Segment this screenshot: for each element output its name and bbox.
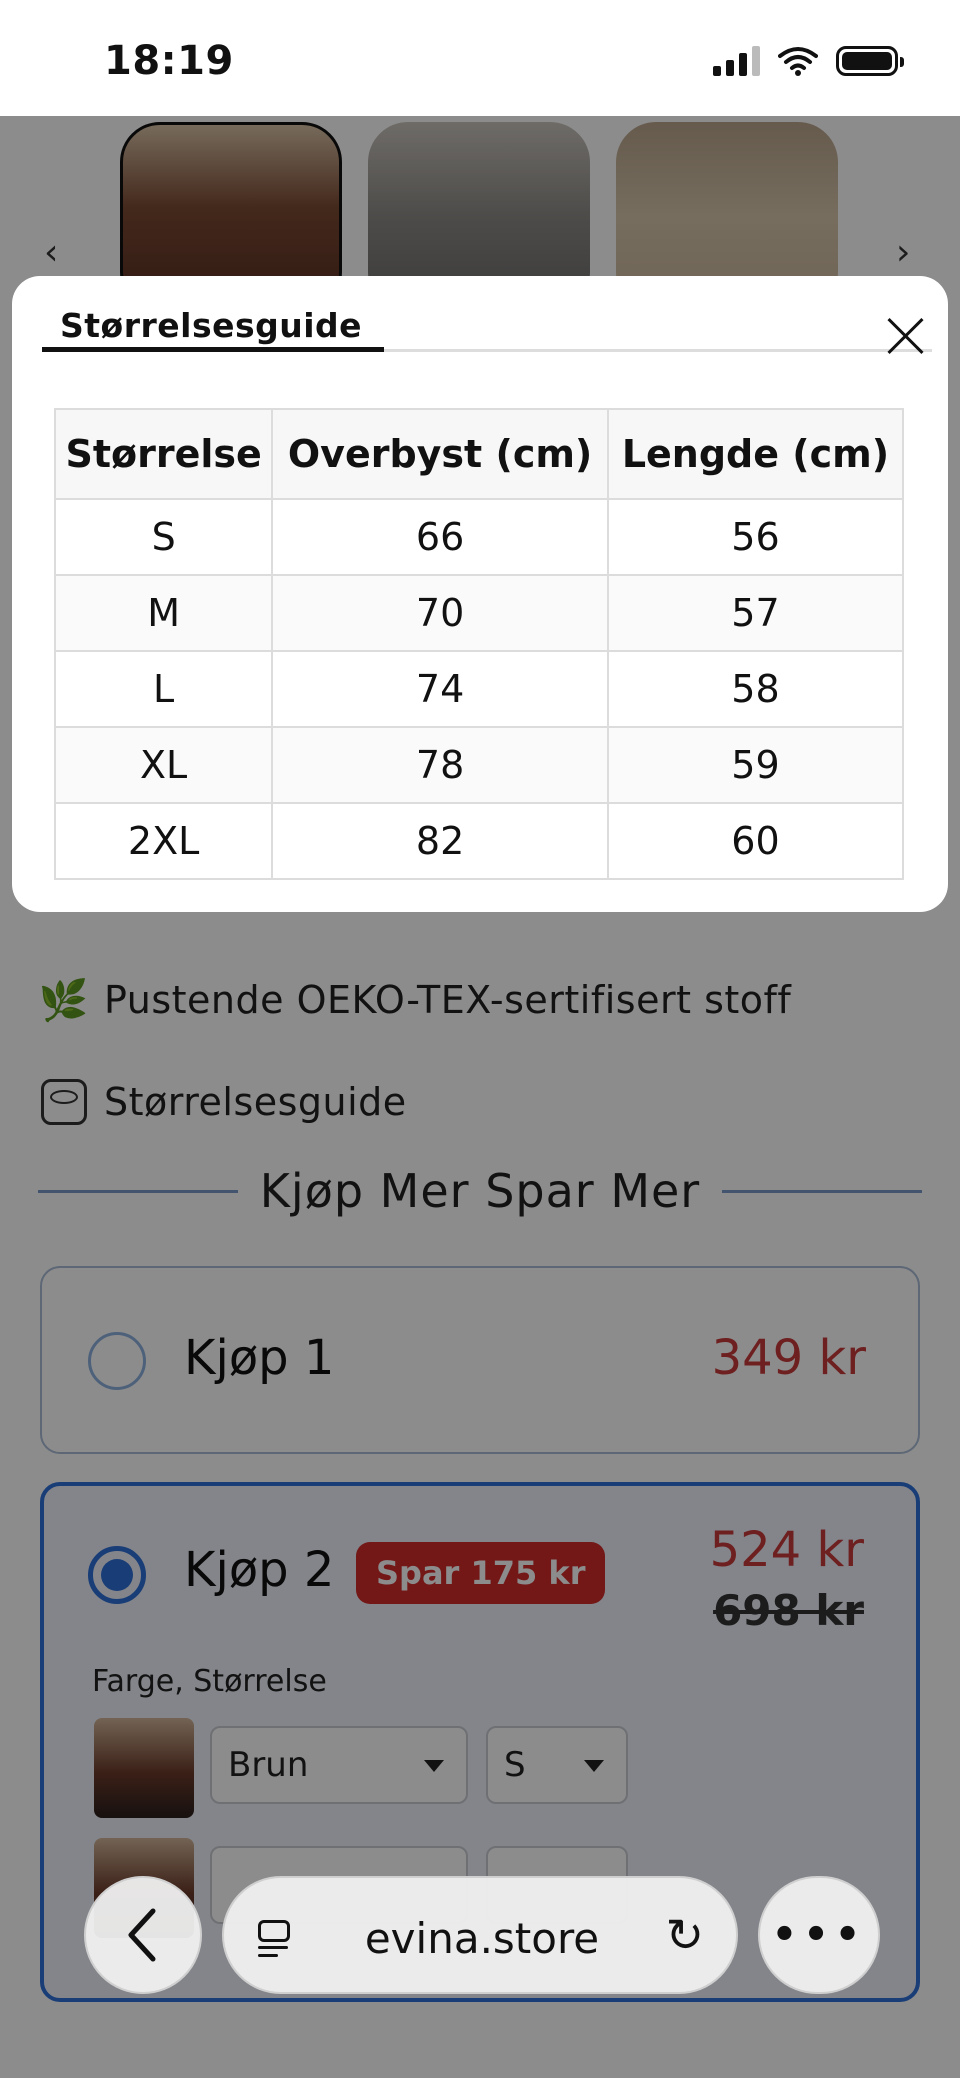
- browser-toolbar: evina.store ↻ •••: [0, 1836, 960, 2078]
- table-header: Størrelse: [53, 408, 274, 500]
- status-icons: [713, 46, 904, 76]
- size-table: Størrelse Overbyst (cm) Lengde (cm) S 66…: [53, 408, 905, 880]
- table-header: Overbyst (cm): [271, 408, 609, 500]
- close-icon[interactable]: [886, 316, 926, 356]
- table-cell: 78: [271, 726, 609, 804]
- battery-icon: [836, 46, 904, 76]
- tab-size-guide-label: Størrelsesguide: [60, 306, 363, 345]
- table-cell: 58: [606, 650, 905, 728]
- table-row: S 66 56: [53, 498, 905, 576]
- tab-size-guide[interactable]: Størrelsesguide: [42, 302, 932, 352]
- cellular-signal-icon: [713, 46, 760, 76]
- table-row: M 70 57: [53, 574, 905, 652]
- table-cell: 60: [606, 802, 905, 880]
- table-row: XL 78 59: [53, 726, 905, 804]
- table-cell: 57: [606, 574, 905, 652]
- table-row: L 74 58: [53, 650, 905, 728]
- table-cell: 2XL: [53, 802, 274, 880]
- status-time: 18:19: [104, 38, 234, 84]
- table-header: Lengde (cm): [606, 408, 905, 500]
- table-cell: L: [53, 650, 274, 728]
- table-cell: M: [53, 574, 274, 652]
- chevron-left-icon: [128, 1908, 156, 1962]
- table-header-row: Størrelse Overbyst (cm) Lengde (cm): [53, 408, 905, 500]
- table-cell: S: [53, 498, 274, 576]
- table-cell: 74: [271, 650, 609, 728]
- address-bar[interactable]: evina.store ↻: [222, 1876, 738, 1994]
- more-options-button[interactable]: •••: [758, 1876, 880, 1994]
- back-button[interactable]: [84, 1876, 202, 1994]
- reload-icon[interactable]: ↻: [665, 1908, 704, 1962]
- wifi-icon: [778, 47, 818, 76]
- ellipsis-icon: •••: [771, 1912, 867, 1958]
- size-guide-modal: Størrelsesguide Størrelse Overbyst (cm) …: [12, 276, 948, 912]
- url-text: evina.store: [364, 1914, 600, 1963]
- table-cell: 82: [271, 802, 609, 880]
- table-cell: 66: [271, 498, 609, 576]
- table-cell: 56: [606, 498, 905, 576]
- table-cell: 70: [271, 574, 609, 652]
- table-cell: XL: [53, 726, 274, 804]
- table-row: 2XL 82 60: [53, 802, 905, 880]
- status-bar: 18:19: [0, 0, 960, 116]
- table-cell: 59: [606, 726, 905, 804]
